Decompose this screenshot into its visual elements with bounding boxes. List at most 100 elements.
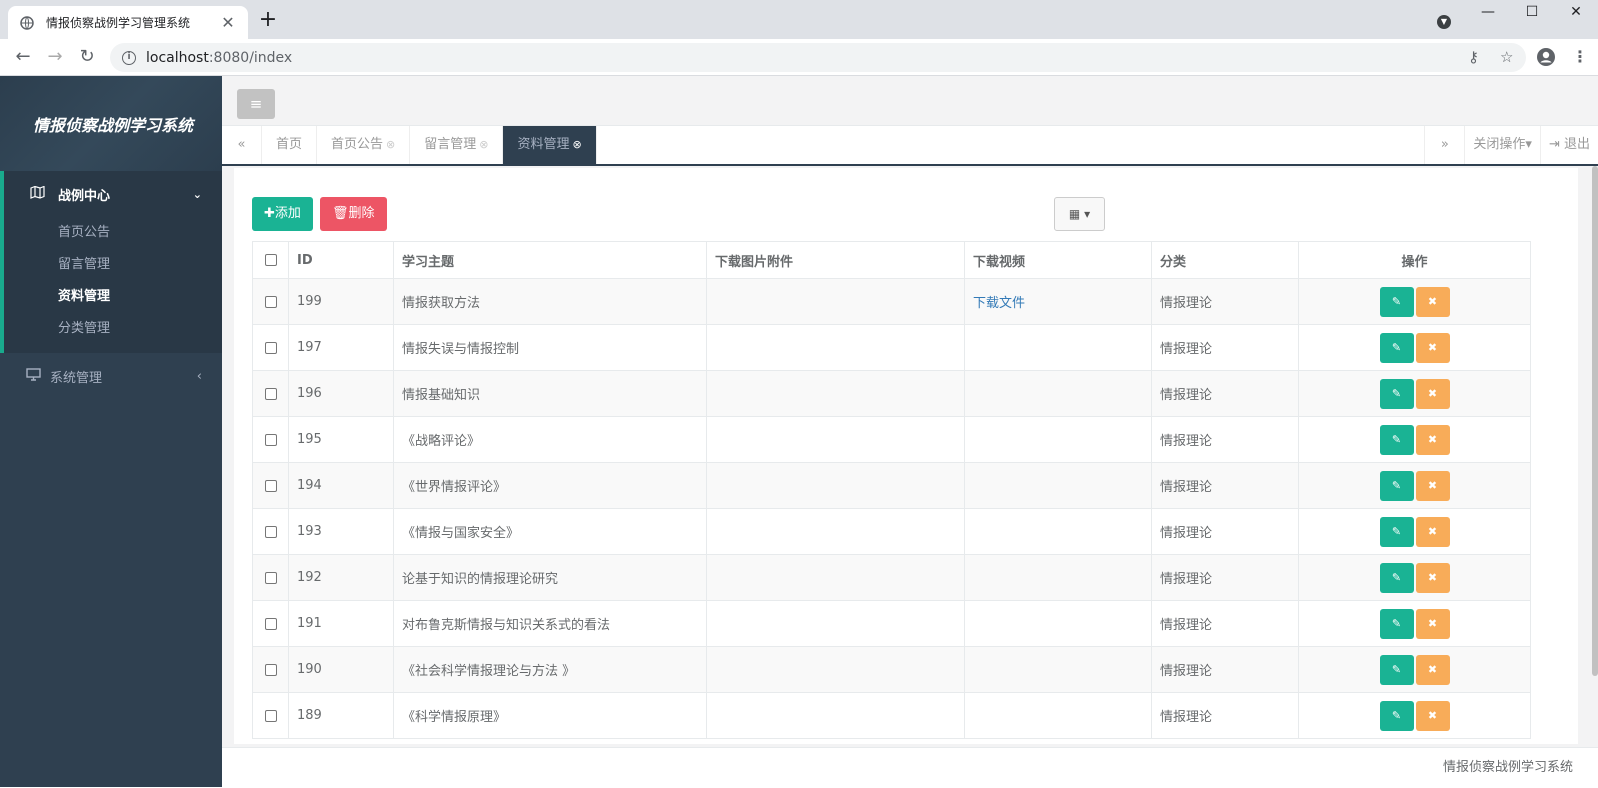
sidebar-item-notice[interactable]: 首页公告: [4, 217, 222, 249]
row-checkbox[interactable]: [264, 663, 277, 676]
add-button[interactable]: ✚添加: [252, 197, 313, 231]
col-topic[interactable]: 学习主题: [393, 241, 707, 279]
tab-materials[interactable]: 资料管理 ⊗: [503, 126, 597, 164]
table-row: 195 《战略评论》 情报理论 ✎ ✖: [252, 416, 1531, 463]
tab-close-icon[interactable]: ✕: [220, 13, 236, 32]
edit-button[interactable]: ✎: [1379, 424, 1414, 455]
edit-button[interactable]: ✎: [1379, 654, 1414, 685]
row-checkbox[interactable]: [264, 709, 277, 722]
close-icon[interactable]: ✕: [1566, 4, 1586, 20]
cell-video: [964, 600, 1152, 647]
tab-close-icon[interactable]: ⊗: [386, 138, 395, 151]
menu-group-system[interactable]: 系统管理 ‹: [0, 353, 222, 399]
sidebar: 情报侦察战例学习系统 战例中心 ⌄ 首页公告 留言管理 资料管理 分类管理 系统…: [0, 76, 222, 787]
row-checkbox[interactable]: [264, 295, 277, 308]
profile-icon[interactable]: [1536, 47, 1556, 71]
download-link[interactable]: 下载文件: [973, 296, 1025, 311]
sidebar-item-materials[interactable]: 资料管理: [4, 281, 222, 313]
remove-button[interactable]: ✖: [1415, 562, 1450, 593]
cell-image: [706, 462, 965, 509]
tab-close-icon[interactable]: ⊗: [479, 138, 488, 151]
sidebar-item-categories[interactable]: 分类管理: [4, 313, 222, 345]
edit-button[interactable]: ✎: [1379, 470, 1414, 501]
remove-button[interactable]: ✖: [1415, 654, 1450, 685]
row-checkbox[interactable]: [264, 433, 277, 446]
row-checkbox[interactable]: [264, 525, 277, 538]
edit-button[interactable]: ✎: [1379, 332, 1414, 363]
row-select-cell: [252, 370, 289, 417]
delete-button[interactable]: 🗑删除: [320, 197, 387, 231]
remove-button[interactable]: ✖: [1415, 470, 1450, 501]
row-checkbox[interactable]: [264, 571, 277, 584]
tab-close-icon[interactable]: ⊗: [573, 138, 582, 151]
tab-home-label: 首页: [276, 137, 303, 152]
cell-image: [706, 324, 965, 371]
remove-button[interactable]: ✖: [1415, 700, 1450, 731]
tab-home[interactable]: 首页: [262, 126, 318, 164]
tab-notice[interactable]: 首页公告 ⊗: [317, 126, 411, 164]
globe-icon: [20, 15, 36, 31]
monitor-icon: [26, 367, 42, 385]
menu-group-cases-header[interactable]: 战例中心 ⌄: [4, 171, 222, 217]
col-id[interactable]: ID: [288, 241, 394, 279]
table-row: 189 《科学情报原理》 情报理论 ✎ ✖: [252, 692, 1531, 739]
browser-tab[interactable]: 情报侦察战例学习管理系统 ✕: [8, 6, 248, 39]
menu-toggle-button[interactable]: ≡: [237, 89, 275, 119]
table-body: 199 情报获取方法 下载文件 情报理论 ✎ ✖ 197 情报失误与情报控制 情报理论 ✎ ✖ 196…: [252, 278, 1531, 739]
cell-topic: 《战略评论》: [393, 416, 707, 463]
edit-button[interactable]: ✎: [1379, 608, 1414, 639]
logout-button[interactable]: ⇥ 退出: [1539, 126, 1598, 164]
back-icon[interactable]: ←: [12, 46, 34, 68]
cell-image: [706, 370, 965, 417]
columns-toggle-button[interactable]: ▦ ▾: [1054, 197, 1105, 231]
delete-button-label: 删除: [348, 206, 375, 221]
tab-messages[interactable]: 留言管理 ⊗: [410, 126, 504, 164]
edit-button[interactable]: ✎: [1379, 286, 1414, 317]
close-operations-dropdown[interactable]: 关闭操作▾: [1464, 126, 1540, 164]
key-icon[interactable]: ⚷: [1468, 48, 1479, 66]
tabs-right-controls: » 关闭操作▾ ⇥ 退出: [1424, 126, 1598, 164]
col-category[interactable]: 分类: [1151, 241, 1299, 279]
top-navbar: ≡: [222, 76, 1598, 126]
cell-ops: ✎ ✖: [1298, 462, 1531, 509]
info-icon[interactable]: i: [122, 50, 136, 65]
edit-button[interactable]: ✎: [1379, 378, 1414, 409]
more-icon[interactable]: ⋮: [1572, 47, 1588, 66]
select-all-checkbox[interactable]: [264, 254, 277, 266]
col-video[interactable]: 下载视频: [964, 241, 1152, 279]
edit-button[interactable]: ✎: [1379, 562, 1414, 593]
cell-id: 195: [288, 416, 394, 463]
row-checkbox[interactable]: [264, 387, 277, 400]
edit-button[interactable]: ✎: [1379, 700, 1414, 731]
remove-button[interactable]: ✖: [1415, 286, 1450, 317]
remove-button[interactable]: ✖: [1415, 608, 1450, 639]
row-select-cell: [252, 416, 289, 463]
star-icon[interactable]: ☆: [1500, 48, 1513, 66]
new-tab-button[interactable]: +: [256, 8, 280, 32]
row-checkbox[interactable]: [264, 341, 277, 354]
tabs-scroll-left-icon[interactable]: «: [222, 126, 262, 164]
address-bar[interactable]: i localhost:8080/index ⚷ ☆: [110, 43, 1526, 72]
col-image[interactable]: 下载图片附件: [706, 241, 965, 279]
tab-search-icon[interactable]: ▼: [1437, 15, 1451, 29]
remove-button[interactable]: ✖: [1415, 516, 1450, 547]
table-row: 192 论基于知识的情报理论研究 情报理论 ✎ ✖: [252, 554, 1531, 601]
sidebar-item-messages[interactable]: 留言管理: [4, 249, 222, 281]
maximize-icon[interactable]: ☐: [1522, 4, 1542, 20]
remove-button[interactable]: ✖: [1415, 332, 1450, 363]
cell-category: 情报理论: [1151, 692, 1299, 739]
scrollbar[interactable]: [1592, 166, 1598, 676]
url-host: localhost: [146, 49, 209, 66]
tabs-scroll-right-icon[interactable]: »: [1424, 126, 1464, 164]
cell-id: 197: [288, 324, 394, 371]
row-checkbox[interactable]: [264, 617, 277, 630]
minimize-icon[interactable]: —: [1478, 4, 1498, 20]
remove-button[interactable]: ✖: [1415, 378, 1450, 409]
reload-icon[interactable]: ↻: [76, 46, 98, 68]
row-checkbox[interactable]: [264, 479, 277, 492]
menu-group-system-label: 系统管理: [50, 370, 103, 386]
forward-icon[interactable]: →: [44, 46, 66, 68]
remove-button[interactable]: ✖: [1415, 424, 1450, 455]
edit-button[interactable]: ✎: [1379, 516, 1414, 547]
cell-ops: ✎ ✖: [1298, 554, 1531, 601]
